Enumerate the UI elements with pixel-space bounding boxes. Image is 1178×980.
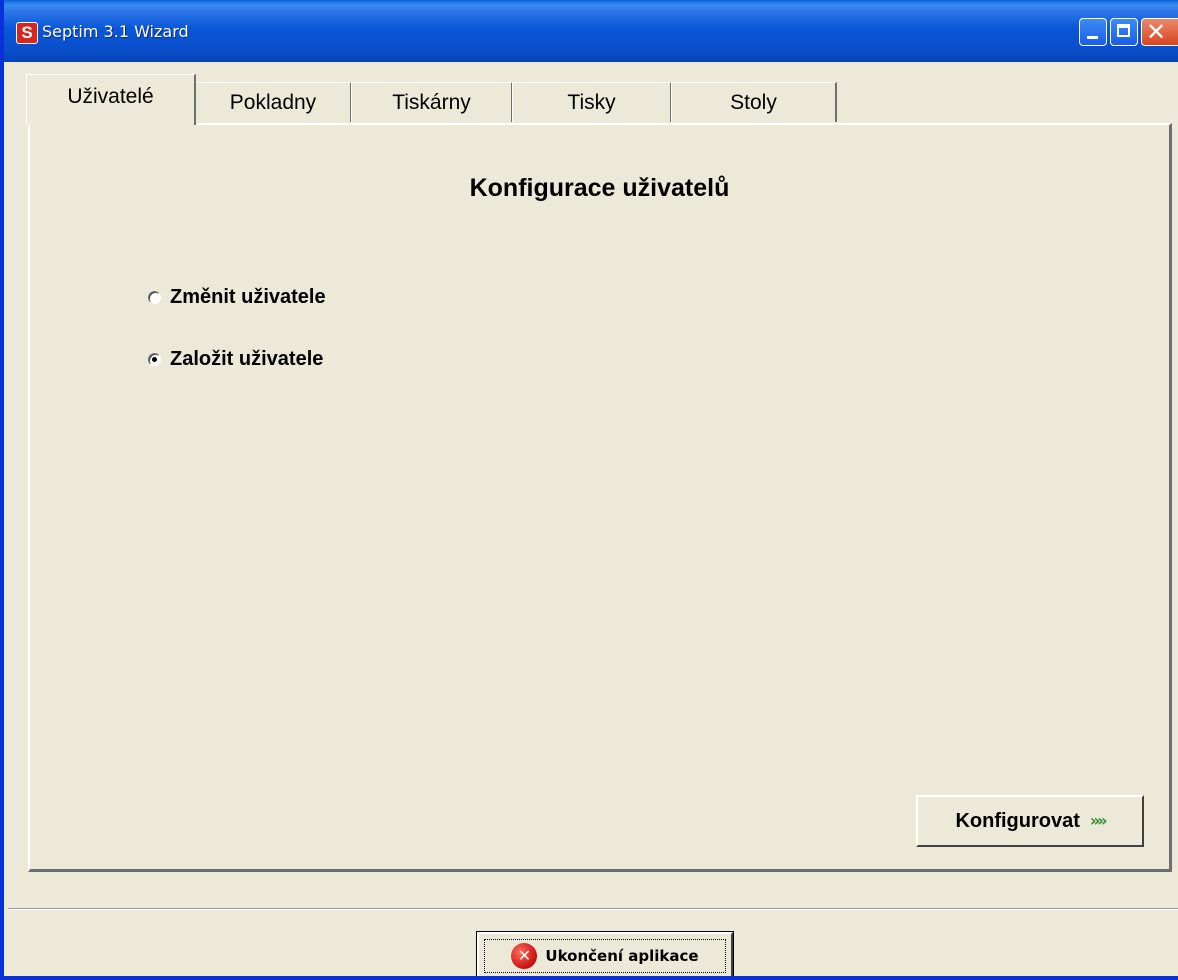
exit-application-button[interactable]: ✕ Ukončení aplikace — [476, 931, 734, 976]
configure-button[interactable]: Konfigurovat »» — [916, 795, 1144, 847]
wizard-window: S Septim 3.1 Wizard ✕ Uživatelé Pokladny… — [0, 0, 1178, 980]
tab-panel: Konfigurace uživatelů Změnit uživatele Z… — [28, 123, 1172, 872]
radio-zalozit-uzivatele[interactable]: Založit uživatele — [148, 344, 323, 374]
title-bar[interactable]: S Septim 3.1 Wizard ✕ — [4, 0, 1178, 62]
window-title: Septim 3.1 Wizard — [42, 22, 189, 41]
radio-zmenit-uzivatele[interactable]: Změnit uživatele — [148, 282, 326, 312]
tab-tisky[interactable]: Tisky — [512, 82, 672, 122]
minimize-button[interactable] — [1079, 18, 1107, 46]
page-title: Konfigurace uživatelů — [469, 174, 730, 202]
maximize-icon — [1117, 24, 1130, 37]
tab-tiskarny[interactable]: Tiskárny — [351, 82, 513, 122]
exit-button-label: Ukončení aplikace — [545, 947, 699, 965]
close-button[interactable]: ✕ — [1141, 18, 1178, 46]
configure-button-label: Konfigurovat — [955, 810, 1080, 832]
radio-label: Založit uživatele — [170, 348, 324, 370]
tab-pokladny[interactable]: Pokladny — [195, 82, 352, 122]
minimize-icon — [1087, 36, 1098, 39]
exit-button-focus-rect: ✕ Ukončení aplikace — [484, 939, 726, 973]
radio-label: Změnit uživatele — [170, 286, 326, 308]
radio-button-checked[interactable] — [148, 352, 161, 366]
divider — [8, 908, 1178, 910]
radio-button-unchecked[interactable] — [148, 290, 161, 304]
maximize-button[interactable] — [1110, 18, 1138, 46]
tab-stoly[interactable]: Stoly — [671, 82, 837, 122]
app-logo-icon[interactable]: S — [16, 22, 38, 44]
tab-uzivatele[interactable]: Uživatelé — [26, 74, 196, 125]
error-icon: ✕ — [511, 943, 538, 969]
double-chevron-right-icon: »» — [1089, 811, 1108, 830]
close-icon: ✕ — [1146, 18, 1167, 46]
